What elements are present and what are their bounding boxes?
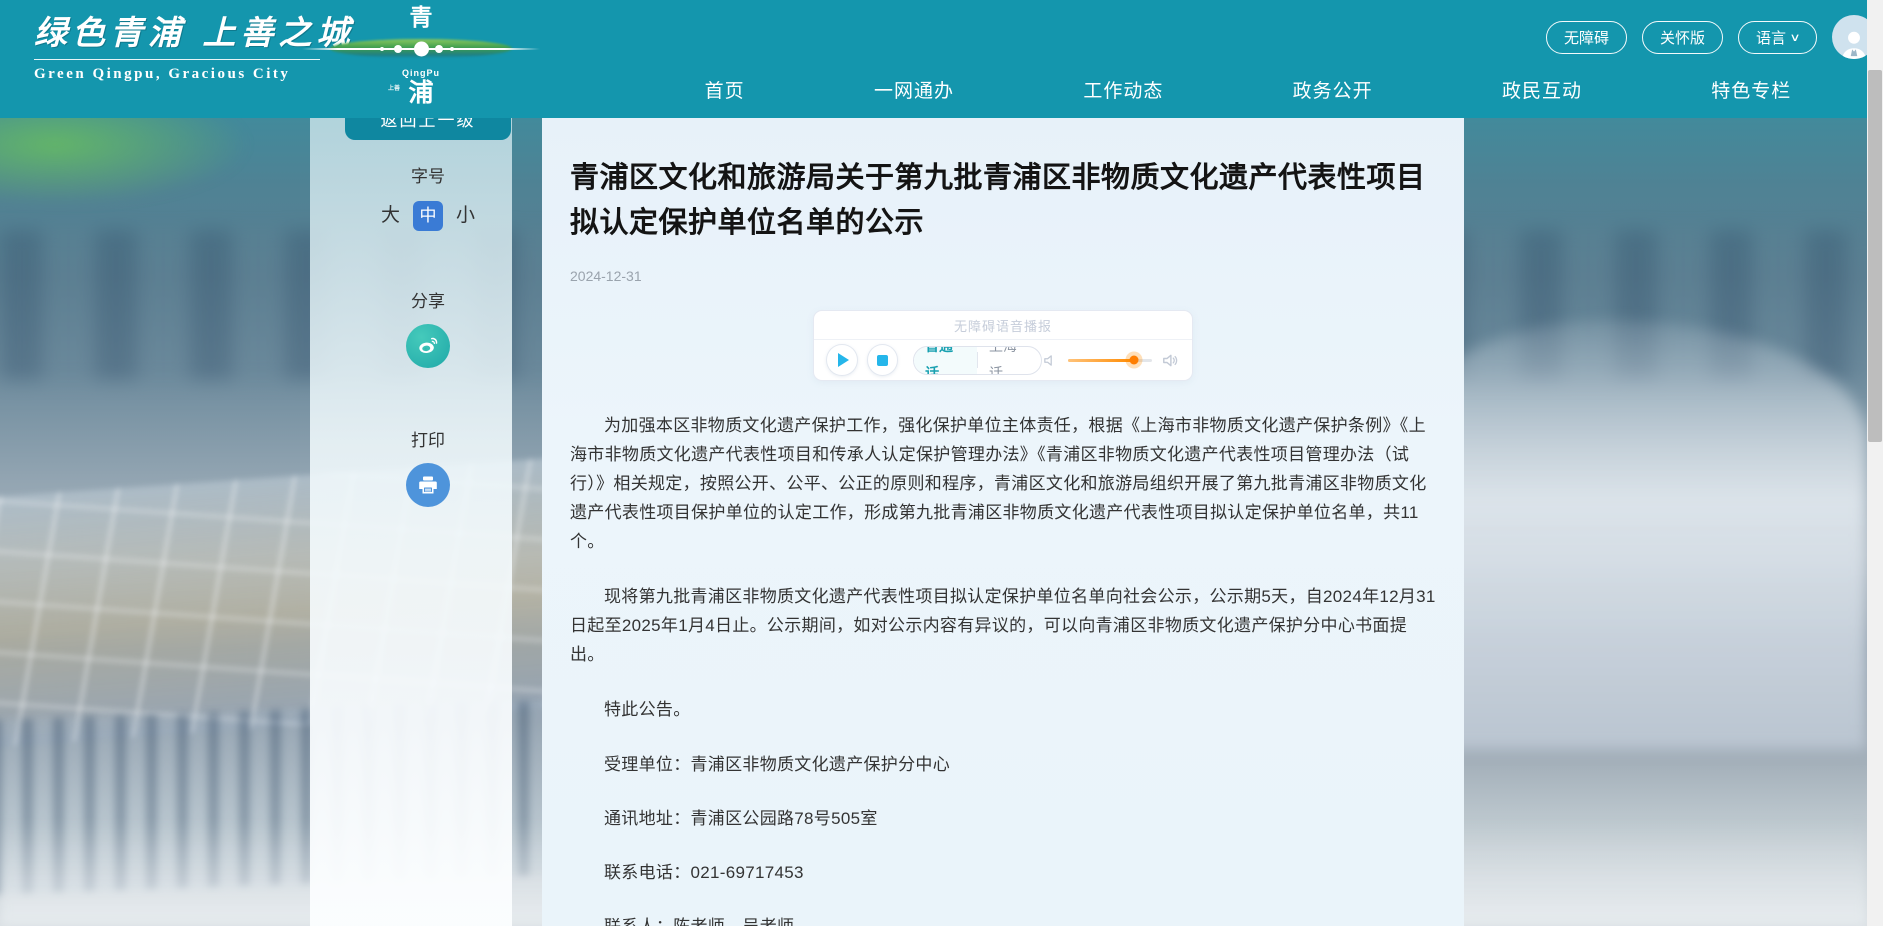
volume-high-icon [1161, 351, 1180, 370]
island-icon [330, 36, 512, 62]
header-quick-links: 无障碍 关怀版 语言 ∨ [1546, 15, 1867, 59]
print-label: 打印 [345, 426, 511, 451]
stop-button[interactable] [867, 344, 899, 376]
shanghainese-option[interactable]: 上海话 [978, 346, 1041, 375]
language-toggle: 普通话 上海话 [913, 346, 1042, 375]
font-size-label: 字号 [345, 162, 511, 187]
accessibility-button[interactable]: 无障碍 [1546, 21, 1627, 54]
nav-item-gov-info[interactable]: 政务公开 [1293, 76, 1373, 103]
chevron-down-icon: ∨ [1789, 31, 1800, 44]
language-button[interactable]: 语言 ∨ [1738, 21, 1817, 54]
site-logo[interactable]: 绿色青浦 上善之城 Green Qingpu, Gracious City [34, 6, 334, 83]
closing-line: 特此公告。 [570, 695, 1436, 724]
nav-item-online-services[interactable]: 一网通办 [874, 76, 954, 103]
print-button[interactable] [406, 463, 450, 507]
nav-item-work-news[interactable]: 工作动态 [1083, 76, 1163, 103]
stop-icon [877, 355, 888, 366]
article-title: 青浦区文化和旅游局关于第九批青浦区非物质文化遗产代表性项目拟认定保护单位名单的公… [570, 156, 1436, 246]
font-size-large-button[interactable]: 大 [381, 201, 400, 231]
emblem-char-bottom: 上善 浦 [330, 78, 512, 108]
volume-low-icon [1042, 352, 1059, 369]
user-avatar[interactable] [1832, 15, 1867, 59]
volume-handle[interactable] [1129, 356, 1138, 365]
play-icon [838, 353, 849, 367]
emblem-latin: QingPu [330, 68, 512, 78]
nav-item-interaction[interactable]: 政民互动 [1502, 76, 1582, 103]
emblem-seal-text: 上善 [388, 86, 400, 92]
tts-player: 无障碍语音播报 普通话 上海话 [813, 310, 1193, 381]
contact-person: 联系人：陈老师、吴老师 [570, 912, 1436, 926]
slogan-english: Green Qingpu, Gracious City [34, 66, 334, 83]
article-date: 2024-12-31 [570, 268, 1436, 284]
mandarin-option[interactable]: 普通话 [914, 346, 977, 375]
font-size-options: 大 中 小 [345, 201, 511, 231]
paragraph: 为加强本区非物质文化遗产保护工作，强化保护单位主体责任，根据《上海市非物质文化遗… [570, 411, 1436, 556]
tts-player-caption: 无障碍语音播报 [814, 311, 1192, 340]
slogan-chinese: 绿色青浦 上善之城 [34, 6, 334, 54]
background-right-building [1400, 320, 1867, 750]
scrollbar-track[interactable] [1867, 0, 1883, 926]
qingpu-emblem[interactable]: 青 QingPu 上善 浦 [330, 2, 512, 120]
nav-item-home[interactable]: 首页 [705, 76, 745, 103]
volume-slider[interactable] [1068, 359, 1152, 362]
article-toolbar-sidebar: 返回上一级 字号 大 中 小 分享 打印 [310, 118, 512, 926]
nav-item-special-columns[interactable]: 特色专栏 [1711, 76, 1791, 103]
play-button[interactable] [826, 344, 858, 376]
contact-phone: 联系电话：021-69717453 [570, 858, 1436, 887]
font-size-small-button[interactable]: 小 [456, 201, 475, 231]
person-icon [1837, 25, 1867, 59]
volume-fill [1068, 359, 1134, 362]
care-version-button[interactable]: 关怀版 [1642, 21, 1723, 54]
contact-address: 通讯地址：青浦区公园路78号505室 [570, 804, 1436, 833]
article-body: 为加强本区非物质文化遗产保护工作，强化保护单位主体责任，根据《上海市非物质文化遗… [570, 411, 1436, 926]
contact-accepting-unit: 受理单位：青浦区非物质文化遗产保护分中心 [570, 750, 1436, 779]
font-size-medium-button[interactable]: 中 [413, 201, 443, 231]
emblem-char-top: 青 [330, 2, 512, 32]
share-label: 分享 [345, 287, 511, 312]
site-header: 绿色青浦 上善之城 Green Qingpu, Gracious City 青 … [0, 0, 1867, 118]
slogan-divider [34, 59, 320, 60]
weibo-icon [415, 333, 441, 359]
share-weibo-button[interactable] [406, 324, 450, 368]
printer-icon [416, 473, 440, 497]
scrollbar-thumb[interactable] [1868, 70, 1882, 442]
main-nav: 首页 一网通办 工作动态 政务公开 政民互动 特色专栏 [640, 66, 1856, 112]
article-panel: 青浦区文化和旅游局关于第九批青浦区非物质文化遗产代表性项目拟认定保护单位名单的公… [542, 118, 1464, 926]
paragraph: 现将第九批青浦区非物质文化遗产代表性项目拟认定保护单位名单向社会公示，公示期5天… [570, 582, 1436, 669]
page: 绿色青浦 上善之城 Green Qingpu, Gracious City 青 … [0, 0, 1867, 926]
